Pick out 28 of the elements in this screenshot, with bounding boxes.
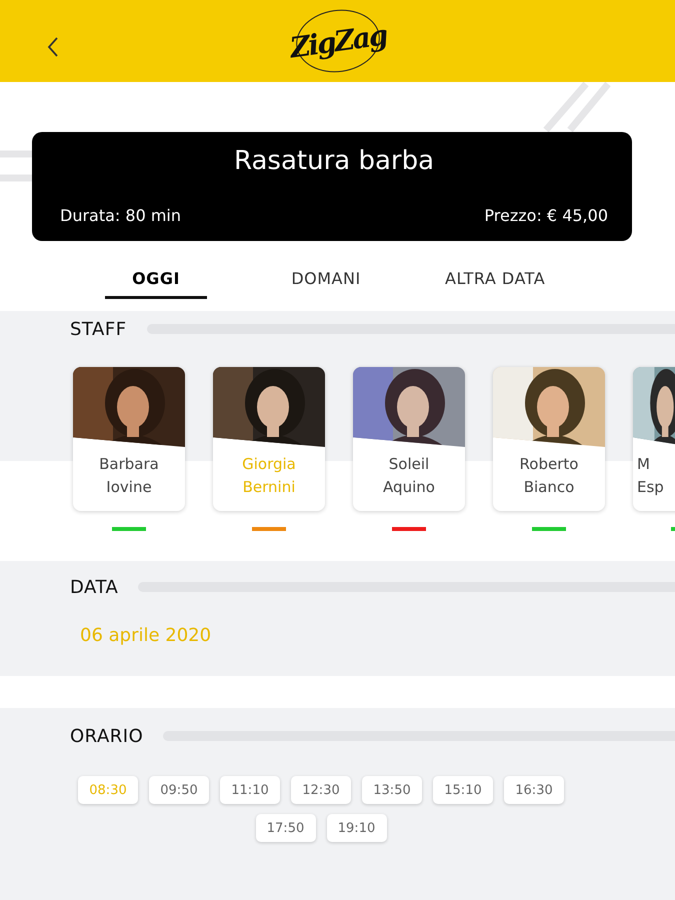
stripe-drawing (542, 82, 612, 132)
back-icon[interactable] (46, 36, 60, 58)
staff-card[interactable]: Barbara Iovine (73, 367, 185, 511)
time-slot[interactable]: 19:10 (326, 814, 386, 842)
time-slot[interactable]: 16:30 (504, 776, 564, 804)
time-slot[interactable]: 15:10 (433, 776, 493, 804)
section-title: ORARIO (70, 726, 144, 746)
tab[interactable]: OGGI (105, 269, 207, 299)
time-slot[interactable]: 11:10 (220, 776, 280, 804)
staff-name: Soleil Aquino (382, 454, 436, 498)
tab[interactable]: DOMANI (275, 269, 377, 299)
service-title: Rasatura barba (234, 146, 434, 176)
price-text: Prezzo: € 45,00 (484, 206, 608, 225)
time-slot[interactable]: 12:30 (291, 776, 351, 804)
duration-text: Durata: 80 min (60, 206, 182, 225)
staff-name: M Esp (636, 454, 665, 498)
time-slot[interactable]: 09:50 (149, 776, 209, 804)
tab[interactable]: ALTRA DATA (445, 269, 546, 299)
staff-name: Giorgia Bernini (241, 454, 297, 498)
time-slot[interactable]: 17:50 (256, 814, 316, 842)
time-slot[interactable]: 13:50 (362, 776, 422, 804)
section-title: DATA (70, 576, 118, 598)
section-title: STAFF (70, 318, 127, 340)
staff-card[interactable]: Soleil Aquino (353, 367, 465, 511)
staff-name: Barbara Iovine (98, 454, 160, 498)
staff-card[interactable]: M Esp (633, 367, 675, 511)
staff-card[interactable]: Roberto Bianco (493, 367, 605, 511)
staff-name: Roberto Bianco (518, 454, 580, 498)
